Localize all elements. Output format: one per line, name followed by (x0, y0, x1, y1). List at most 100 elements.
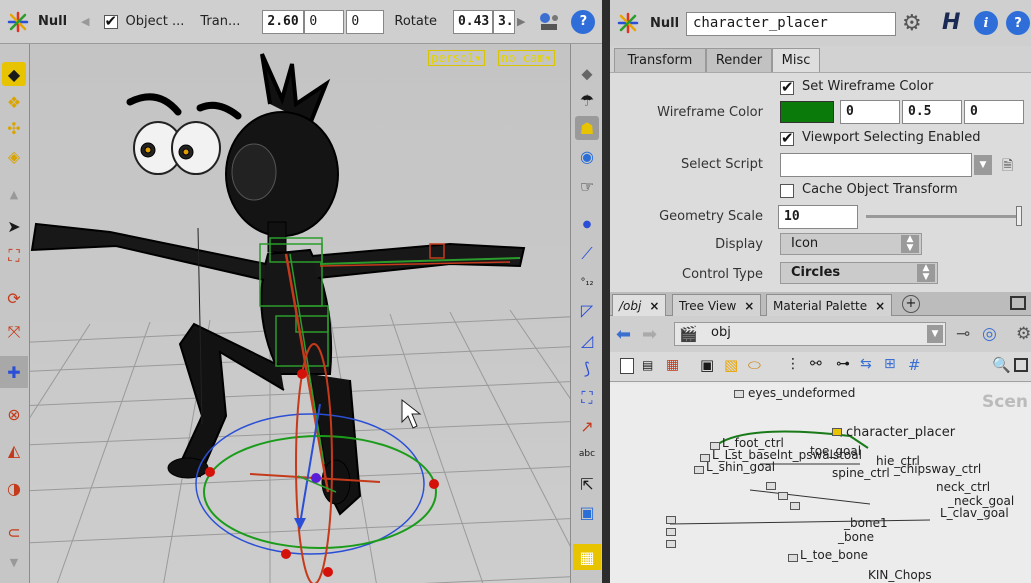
forward-icon[interactable]: ➡ (642, 324, 657, 345)
vertex-display-icon[interactable]: ⟆ (575, 356, 599, 380)
maximize-pane-icon[interactable] (1010, 296, 1026, 310)
translate-y-field[interactable]: 0 (304, 9, 345, 34)
back-arrow-icon[interactable]: ◀ (81, 15, 89, 28)
display-options-icon[interactable]: ⬥ (575, 62, 599, 86)
tab-render[interactable]: Render (706, 48, 772, 72)
pane-divider[interactable] (602, 0, 610, 583)
help-icon-param[interactable]: ? (1006, 11, 1030, 35)
viewport-selecting-checkbox[interactable] (780, 129, 794, 147)
3d-viewport[interactable]: persp1▾ no cam▾ (30, 44, 570, 583)
magnet-tool-icon[interactable]: ⊗ (2, 402, 26, 426)
gear-icon[interactable]: ⚙ (902, 11, 922, 36)
node-character-placer[interactable] (832, 428, 842, 436)
select-mode-object-icon[interactable]: ◆ (2, 62, 26, 86)
network-canvas[interactable]: Scen eyes_undeformed character_placer L_… (610, 384, 1031, 583)
layout-vertical-icon[interactable]: ⋮ (786, 356, 800, 372)
tab-obj[interactable]: /obj × (612, 294, 667, 316)
translate-x-field[interactable]: 2.60 (262, 9, 305, 34)
normal-display-icon[interactable]: ⟋ (575, 242, 599, 266)
node-group-a[interactable] (766, 482, 776, 490)
close-icon[interactable]: × (875, 299, 885, 313)
select-mode-points-icon[interactable]: ❖ (2, 90, 26, 114)
point-numbers-icon[interactable]: °₁₂ (575, 270, 599, 294)
rotate-x-field[interactable]: 0.43 (452, 9, 493, 34)
geometry-scale-slider-track[interactable] (866, 215, 1020, 218)
geometry-scale-slider-handle[interactable] (1016, 206, 1022, 226)
wireframe-color-b-field[interactable]: 0 (964, 100, 1024, 124)
tab-tree-view[interactable]: Tree View × (672, 294, 762, 316)
select-mode-prims-icon[interactable]: ◈ (2, 144, 26, 168)
pose-tool-icon-left[interactable]: ◭ (2, 438, 26, 462)
close-icon[interactable]: × (744, 299, 754, 313)
perspective-menu[interactable]: persp1▾ (428, 50, 485, 66)
shading-mode-icon[interactable]: ◉ (575, 144, 599, 168)
grid-icon[interactable]: # (908, 356, 921, 374)
geometry-scale-field[interactable]: 10 (778, 205, 858, 229)
link-icon[interactable]: ◎ (982, 324, 997, 344)
node-group-c[interactable] (790, 502, 800, 510)
null-node-icon[interactable] (6, 10, 30, 34)
forward-arrow-icon[interactable]: ▶ (517, 15, 525, 28)
details-icon[interactable]: ▤ (642, 358, 653, 372)
settings-icon[interactable]: ⚙ (1016, 324, 1031, 344)
frame-icon[interactable] (1014, 358, 1028, 372)
frame-all-icon[interactable]: ⛶ (575, 386, 599, 410)
layout-tree-icon[interactable]: ⊶ (836, 356, 850, 372)
camera-lock-icon[interactable]: ☗ (575, 116, 599, 140)
pose-tool-icon[interactable] (537, 10, 563, 34)
set-wireframe-color-checkbox[interactable] (780, 78, 794, 96)
select-display-icon[interactable]: ⇱ (575, 472, 599, 496)
display-menu[interactable]: Icon ▲ ▼ (780, 233, 922, 255)
wireframe-color-g-field[interactable]: 0.5 (902, 100, 962, 124)
thumbnail-icon[interactable]: ▣ (700, 356, 714, 374)
list-mode-icon[interactable] (620, 358, 634, 374)
magnet-snap-icon[interactable]: ⊂ (2, 520, 26, 544)
houdini-logo-icon[interactable]: H (942, 10, 960, 35)
rotate-tool-icon[interactable]: ⟳ (2, 286, 26, 310)
camera-menu[interactable]: no cam▾ (498, 50, 555, 66)
prim-display-icon[interactable]: ◸ (575, 298, 599, 322)
path-field[interactable]: 🎬 obj ▼ (674, 322, 946, 346)
scroll-up-icon[interactable]: ▲ (2, 182, 26, 206)
help-icon[interactable]: ? (571, 9, 596, 34)
node-group-e[interactable] (666, 528, 676, 536)
rotate-y-field[interactable]: 3. (492, 9, 515, 34)
tab-misc[interactable]: Misc (772, 48, 820, 72)
sticky-note-icon[interactable]: ▧ (724, 356, 738, 374)
node-toe-bone[interactable] (788, 554, 798, 562)
color-palette-icon[interactable]: ▦ (666, 357, 679, 373)
close-icon[interactable]: × (649, 299, 659, 313)
snap-tool-icon[interactable]: ◑ (2, 476, 26, 500)
bundle-icon[interactable]: ⬭ (748, 356, 761, 374)
file-chooser-icon[interactable]: 🗎 (1002, 155, 1013, 179)
node-name-field[interactable]: character_placer (686, 12, 896, 36)
handle-tool-icon[interactable]: ✚ (0, 356, 28, 388)
prim-numbers-icon[interactable]: ◿ (575, 328, 599, 352)
pin-icon[interactable]: ⊸ (956, 324, 970, 344)
wireframe-color-r-field[interactable]: 0 (840, 100, 900, 124)
object-checkbox[interactable] (103, 12, 118, 30)
tab-transform[interactable]: Transform (614, 48, 706, 72)
node-group-d[interactable] (666, 516, 676, 524)
wireframe-color-swatch[interactable] (780, 101, 834, 123)
node-shin-goal[interactable] (694, 466, 704, 474)
translate-tool-icon[interactable]: ⛶ (2, 244, 26, 268)
scroll-down-icon[interactable]: ▼ (2, 550, 26, 574)
cache-transform-checkbox[interactable] (780, 184, 794, 198)
layout-icon[interactable]: ▦ (573, 544, 601, 570)
zoom-icon[interactable]: 🔍 (992, 356, 1011, 374)
add-tab-icon[interactable]: + (902, 295, 920, 313)
back-icon[interactable]: ⬅ (616, 324, 631, 345)
path-menu-icon[interactable]: ▼ (927, 325, 943, 343)
control-type-menu[interactable]: Circles ▲ ▼ (780, 262, 938, 284)
text-display-icon[interactable]: abc (575, 442, 599, 466)
select-mode-edges-icon[interactable]: ✣ (2, 116, 26, 140)
select-tool-icon[interactable]: ➤ (2, 214, 26, 238)
select-script-field[interactable] (780, 153, 972, 177)
node-group-f[interactable] (666, 540, 676, 548)
scale-tool-icon[interactable]: ⤧ (2, 320, 26, 344)
point-display-icon[interactable]: ● (575, 212, 599, 236)
node-group-b[interactable] (778, 492, 788, 500)
lighting-icon[interactable]: ☂ (575, 88, 599, 112)
select-script-menu-icon[interactable]: ▼ (974, 155, 992, 175)
